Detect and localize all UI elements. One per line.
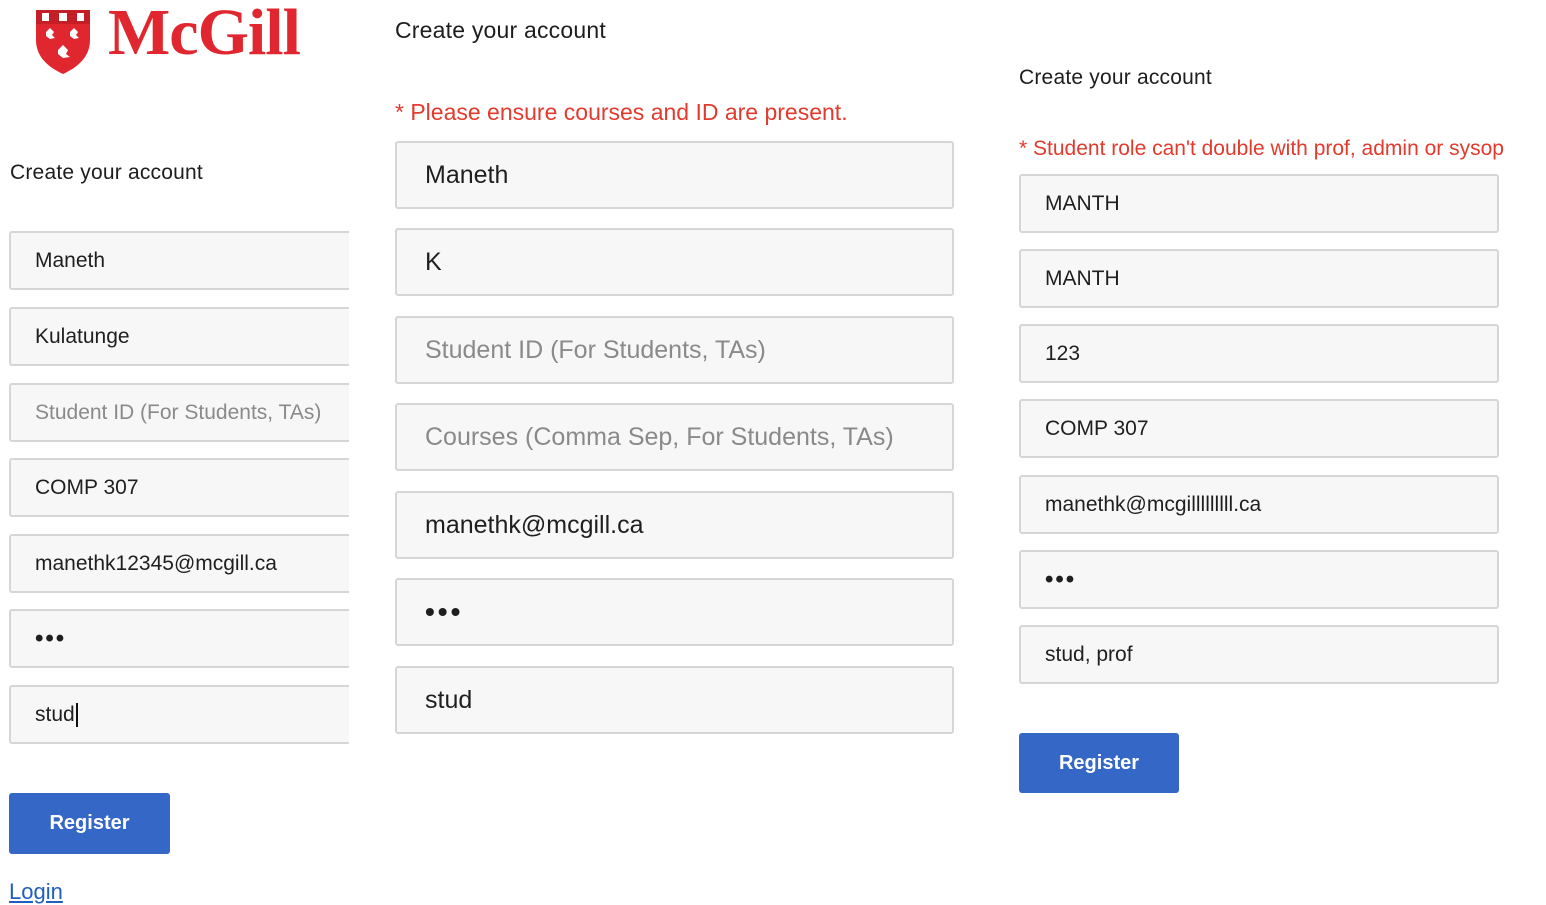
mcgill-logo: McGill <box>34 0 324 76</box>
role-value: stud <box>425 685 473 714</box>
email-input[interactable]: manethk@mcgill.ca <box>395 491 954 559</box>
student-id-placeholder: Student ID (For Students, TAs) <box>425 335 766 364</box>
email-input[interactable]: manethk@mcgilllllllll.ca <box>1019 475 1499 534</box>
password-input[interactable]: ••• <box>395 578 954 646</box>
last-name-input[interactable]: K <box>395 228 954 296</box>
password-input[interactable]: ••• <box>1019 550 1499 609</box>
courses-input[interactable]: Courses (Comma Sep, For Students, TAs) <box>395 403 954 471</box>
courses-value: COMP 307 <box>35 475 139 499</box>
courses-input[interactable]: COMP 307 <box>1019 399 1499 458</box>
password-input[interactable]: ••• <box>9 609 349 668</box>
last-name-value: Kulatunge <box>35 324 130 348</box>
first-name-value: Maneth <box>425 160 509 189</box>
last-name-input[interactable]: MANTH <box>1019 249 1499 308</box>
email-value: manethk@mcgill.ca <box>425 510 644 539</box>
register-button[interactable]: Register <box>9 793 170 854</box>
logo-wordmark: McGill <box>108 0 301 69</box>
courses-placeholder: Courses (Comma Sep, For Students, TAs) <box>425 422 894 451</box>
last-name-value: MANTH <box>1045 266 1120 290</box>
register-button[interactable]: Register <box>1019 733 1179 793</box>
student-id-value: 123 <box>1045 341 1081 365</box>
first-name-value: Maneth <box>35 248 106 272</box>
courses-value: COMP 307 <box>1045 416 1149 440</box>
last-name-value: K <box>425 247 442 276</box>
first-name-input[interactable]: Maneth <box>395 141 954 209</box>
page-title: Create your account <box>1019 66 1212 89</box>
error-message: * Please ensure courses and ID are prese… <box>395 99 848 125</box>
text-caret <box>75 702 78 727</box>
student-id-input[interactable]: 123 <box>1019 324 1499 383</box>
email-value: manethk@mcgilllllllll.ca <box>1045 492 1262 516</box>
role-value: stud, prof <box>1045 642 1133 666</box>
courses-input[interactable]: COMP 307 <box>9 458 349 517</box>
error-message: * Student role can't double with prof, a… <box>1019 137 1504 160</box>
crest-icon <box>36 10 90 74</box>
password-value: ••• <box>1045 565 1077 593</box>
email-value: manethk12345@mcgill.ca <box>35 551 277 575</box>
first-name-input[interactable]: Maneth <box>9 231 349 290</box>
login-link[interactable]: Login <box>9 879 63 905</box>
password-value: ••• <box>35 624 67 652</box>
first-name-input[interactable]: MANTH <box>1019 174 1499 233</box>
role-input[interactable]: stud <box>395 666 954 734</box>
email-input[interactable]: manethk12345@mcgill.ca <box>9 534 349 593</box>
role-input[interactable]: stud, prof <box>1019 625 1499 684</box>
last-name-input[interactable]: Kulatunge <box>9 307 349 366</box>
page-title: Create your account <box>10 161 203 184</box>
role-input[interactable]: stud <box>9 685 349 744</box>
student-id-placeholder: Student ID (For Students, TAs) <box>35 400 322 424</box>
student-id-input[interactable]: Student ID (For Students, TAs) <box>395 316 954 384</box>
password-value: ••• <box>425 596 464 627</box>
first-name-value: MANTH <box>1045 191 1120 215</box>
student-id-input[interactable]: Student ID (For Students, TAs) <box>9 383 349 442</box>
page-title: Create your account <box>395 17 606 43</box>
role-value: stud <box>35 702 75 726</box>
